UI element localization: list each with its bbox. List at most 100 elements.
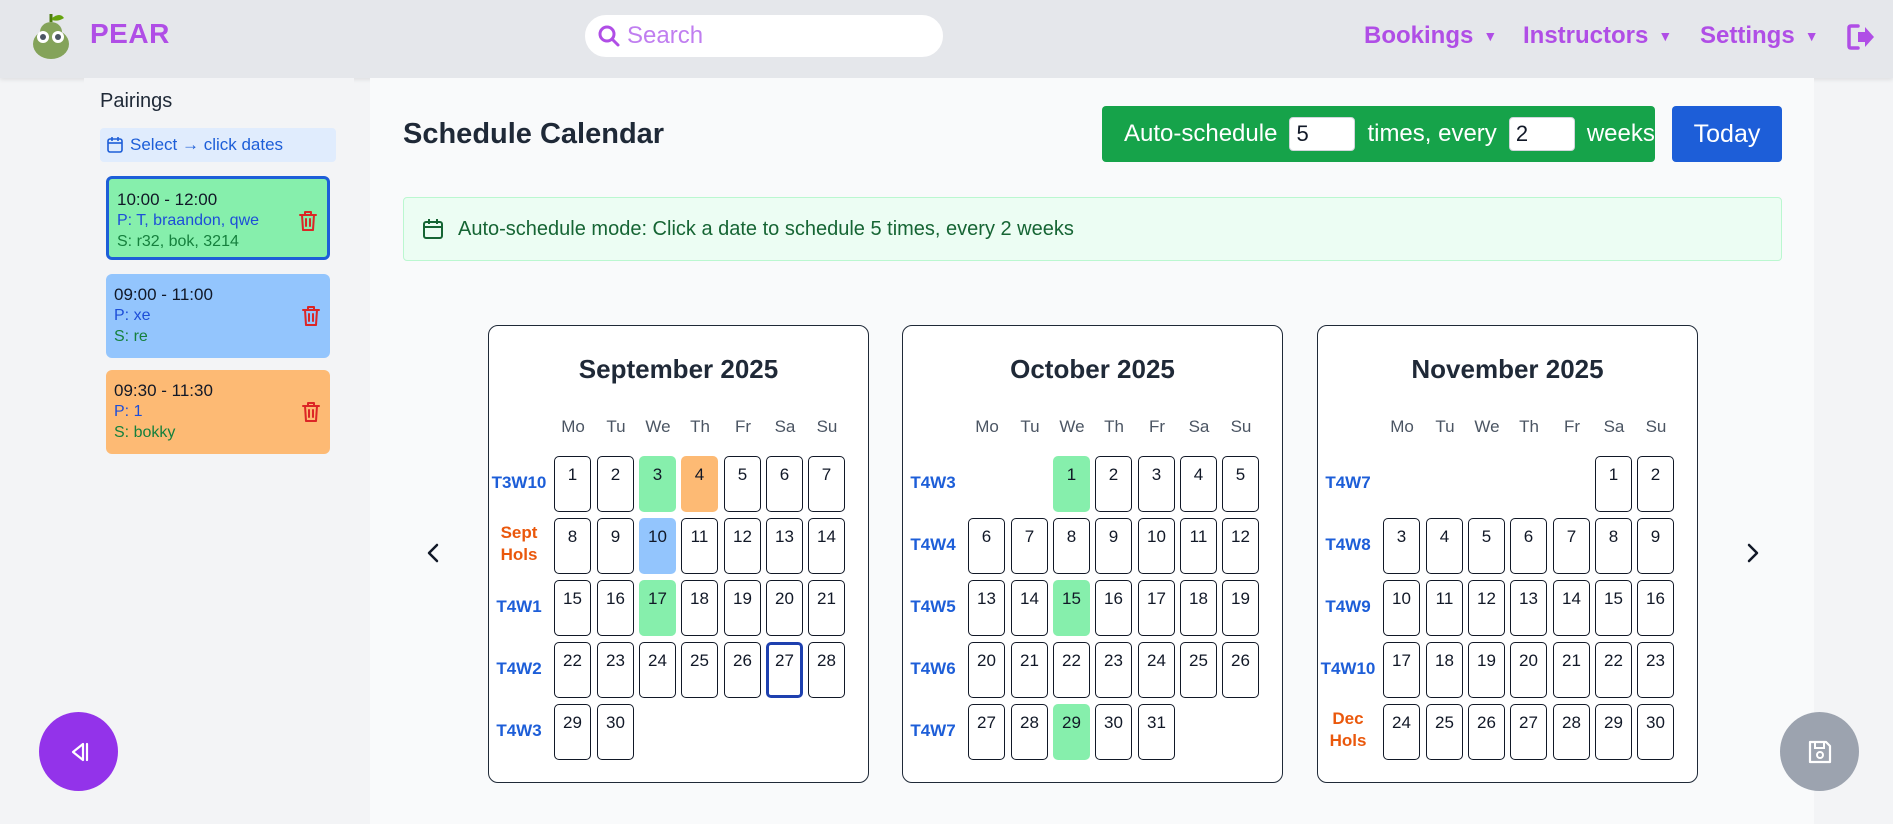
weeks-input[interactable] [1508, 117, 1575, 151]
calendar-day[interactable]: 25 [681, 642, 718, 698]
calendar-day[interactable]: 16 [1095, 580, 1132, 636]
calendar-day[interactable]: 1 [1053, 456, 1090, 512]
calendar-day[interactable]: 13 [766, 518, 803, 574]
logout-icon[interactable] [1846, 22, 1876, 52]
calendar-day[interactable]: 9 [597, 518, 634, 574]
calendar-day[interactable]: 30 [1095, 704, 1132, 760]
calendar-day[interactable]: 5 [1468, 518, 1505, 574]
calendar-day[interactable]: 11 [1180, 518, 1217, 574]
calendar-day[interactable]: 18 [1180, 580, 1217, 636]
calendar-day[interactable]: 4 [681, 456, 718, 512]
calendar-day[interactable]: 24 [1383, 704, 1420, 760]
calendar-day[interactable]: 29 [554, 704, 591, 760]
search-box[interactable] [584, 14, 944, 58]
calendar-day[interactable]: 20 [1510, 642, 1547, 698]
calendar-day[interactable]: 5 [1222, 456, 1259, 512]
calendar-day[interactable]: 6 [1510, 518, 1547, 574]
calendar-day[interactable]: 22 [554, 642, 591, 698]
brand-name[interactable]: PEAR [90, 18, 170, 50]
calendar-day[interactable]: 29 [1053, 704, 1090, 760]
calendar-day[interactable]: 16 [1637, 580, 1674, 636]
calendar-day[interactable]: 7 [1553, 518, 1590, 574]
calendar-day[interactable]: 9 [1637, 518, 1674, 574]
calendar-day[interactable]: 18 [1426, 642, 1463, 698]
calendar-day[interactable]: 11 [681, 518, 718, 574]
trash-icon[interactable] [300, 400, 322, 424]
calendar-day[interactable]: 19 [1468, 642, 1505, 698]
calendar-day[interactable]: 21 [1553, 642, 1590, 698]
calendar-day[interactable]: 23 [1095, 642, 1132, 698]
calendar-day[interactable]: 24 [639, 642, 676, 698]
calendar-day[interactable]: 26 [724, 642, 761, 698]
calendar-day[interactable]: 12 [1222, 518, 1259, 574]
pairing-card[interactable]: 09:00 - 11:00 P: xe S: re [106, 274, 330, 358]
calendar-day[interactable]: 13 [968, 580, 1005, 636]
calendar-day[interactable]: 20 [766, 580, 803, 636]
calendar-day[interactable]: 19 [1222, 580, 1259, 636]
calendar-day[interactable]: 28 [1011, 704, 1048, 760]
calendar-day[interactable]: 26 [1468, 704, 1505, 760]
pear-logo-icon[interactable] [30, 10, 72, 60]
calendar-day[interactable]: 7 [808, 456, 845, 512]
calendar-day[interactable]: 10 [639, 518, 676, 574]
calendar-day[interactable]: 26 [1222, 642, 1259, 698]
trash-icon[interactable] [297, 209, 319, 233]
calendar-day[interactable]: 23 [597, 642, 634, 698]
calendar-day[interactable]: 15 [1595, 580, 1632, 636]
calendar-day[interactable]: 6 [766, 456, 803, 512]
calendar-day[interactable]: 3 [639, 456, 676, 512]
trash-icon[interactable] [300, 304, 322, 328]
calendar-day[interactable]: 21 [1011, 642, 1048, 698]
calendar-day[interactable]: 6 [968, 518, 1005, 574]
nav-instructors[interactable]: Instructors ▼ [1523, 22, 1672, 50]
calendar-day[interactable]: 4 [1180, 456, 1217, 512]
calendar-day[interactable]: 3 [1383, 518, 1420, 574]
nav-settings[interactable]: Settings ▼ [1700, 22, 1819, 50]
select-dates-button[interactable]: Select → click dates [100, 128, 336, 162]
calendar-day[interactable]: 24 [1138, 642, 1175, 698]
chevron-right-icon[interactable] [1740, 541, 1764, 565]
calendar-day[interactable]: 4 [1426, 518, 1463, 574]
pairing-card[interactable]: 09:30 - 11:30 P: 1 S: bokky [106, 370, 330, 454]
pairing-card[interactable]: 10:00 - 12:00 P: T, braandon, qwe S: r32… [106, 176, 330, 260]
calendar-day[interactable]: 22 [1595, 642, 1632, 698]
calendar-day[interactable]: 28 [1553, 704, 1590, 760]
calendar-day[interactable]: 15 [554, 580, 591, 636]
calendar-day[interactable]: 28 [808, 642, 845, 698]
calendar-day[interactable]: 7 [1011, 518, 1048, 574]
calendar-day[interactable]: 11 [1426, 580, 1463, 636]
calendar-day[interactable]: 2 [1095, 456, 1132, 512]
calendar-day[interactable]: 17 [1138, 580, 1175, 636]
calendar-day[interactable]: 23 [1637, 642, 1674, 698]
calendar-day[interactable]: 2 [1637, 456, 1674, 512]
calendar-day[interactable]: 30 [1637, 704, 1674, 760]
calendar-day[interactable]: 3 [1138, 456, 1175, 512]
calendar-day[interactable]: 30 [597, 704, 634, 760]
nav-bookings[interactable]: Bookings ▼ [1364, 22, 1497, 50]
calendar-day[interactable]: 2 [597, 456, 634, 512]
chevron-left-icon[interactable] [422, 541, 446, 565]
calendar-day[interactable]: 14 [1011, 580, 1048, 636]
calendar-day[interactable]: 18 [681, 580, 718, 636]
calendar-day[interactable]: 10 [1383, 580, 1420, 636]
calendar-day[interactable]: 10 [1138, 518, 1175, 574]
calendar-day[interactable]: 9 [1095, 518, 1132, 574]
calendar-day[interactable]: 5 [724, 456, 761, 512]
save-button[interactable] [1780, 712, 1859, 791]
search-input[interactable] [627, 22, 927, 50]
calendar-day[interactable]: 25 [1180, 642, 1217, 698]
calendar-day[interactable]: 15 [1053, 580, 1090, 636]
calendar-day[interactable]: 27 [1510, 704, 1547, 760]
calendar-day[interactable]: 27 [766, 642, 803, 698]
calendar-day[interactable]: 8 [1595, 518, 1632, 574]
calendar-day[interactable]: 25 [1426, 704, 1463, 760]
calendar-day[interactable]: 19 [724, 580, 761, 636]
collapse-sidebar-button[interactable] [39, 712, 118, 791]
calendar-day[interactable]: 17 [1383, 642, 1420, 698]
calendar-day[interactable]: 8 [1053, 518, 1090, 574]
calendar-day[interactable]: 20 [968, 642, 1005, 698]
calendar-day[interactable]: 16 [597, 580, 634, 636]
calendar-day[interactable]: 17 [639, 580, 676, 636]
calendar-day[interactable]: 29 [1595, 704, 1632, 760]
today-button[interactable]: Today [1672, 106, 1782, 162]
